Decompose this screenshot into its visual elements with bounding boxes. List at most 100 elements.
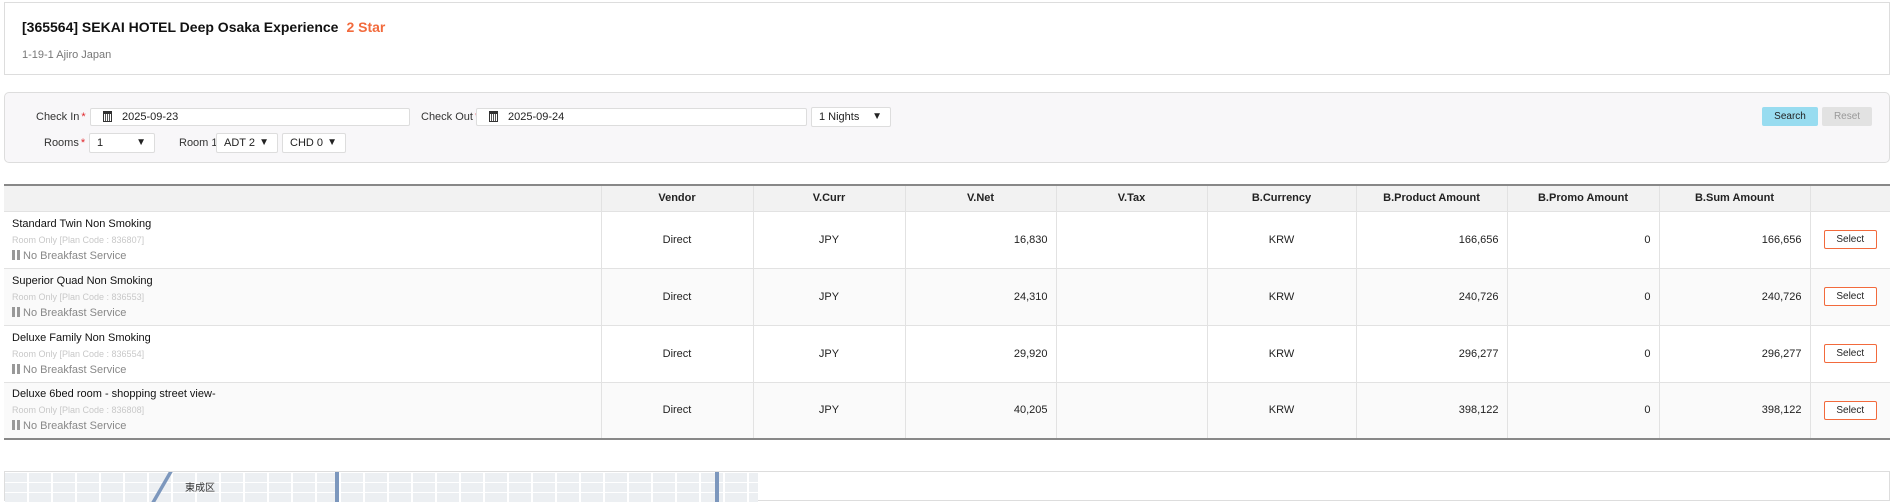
vendor-cell: Direct	[600, 382, 753, 440]
check-in-label: Check In *	[36, 111, 86, 123]
plan-code: Room Only [Plan Code : 836553]	[12, 291, 145, 302]
room-cell: Superior Quad Non Smoking Room Only [Plan…	[4, 268, 601, 326]
search-button[interactable]: Search	[1762, 107, 1818, 126]
room-cell: Deluxe 6bed room - shopping street view-…	[4, 382, 601, 440]
breakfast-info: No Breakfast Service	[12, 249, 601, 262]
plan-code: Room Only [Plan Code : 836554]	[12, 348, 145, 359]
column-header: Vendor	[600, 184, 753, 212]
bsum-cell: 166,656	[1658, 211, 1810, 269]
bcurr-cell: KRW	[1206, 382, 1356, 440]
chevron-down-icon: ▼	[327, 137, 337, 148]
action-cell: Select	[1809, 382, 1890, 440]
column-header	[1809, 184, 1890, 212]
vnet-cell: 29,920	[904, 325, 1056, 383]
bsum-cell: 398,122	[1658, 382, 1810, 440]
bproduct-cell: 166,656	[1355, 211, 1507, 269]
bcurr-cell: KRW	[1206, 268, 1356, 326]
hotel-title: [365564] SEKAI HOTEL Deep Osaka Experien…	[22, 19, 386, 35]
utensils-icon	[12, 363, 20, 374]
action-cell: Select	[1809, 325, 1890, 383]
check-out-label: Check Out*	[421, 111, 479, 123]
bcurr-cell: KRW	[1206, 325, 1356, 383]
rooms-select[interactable]: 1 ▼	[89, 133, 155, 153]
room-name: Deluxe 6bed room - shopping street view-	[12, 388, 216, 401]
map-road	[335, 472, 339, 502]
table-row: Standard Twin Non Smoking Room Only [Plan…	[4, 211, 1890, 269]
action-cell: Select	[1809, 211, 1890, 269]
bpromo-cell: 0	[1506, 211, 1659, 269]
table-row: Deluxe Family Non Smoking Room Only [Plan…	[4, 325, 1890, 383]
bpromo-cell: 0	[1506, 382, 1659, 440]
chevron-down-icon: ▼	[872, 111, 882, 122]
select-button[interactable]: Select	[1823, 400, 1877, 420]
utensils-icon	[12, 306, 20, 317]
bsum-cell: 296,277	[1658, 325, 1810, 383]
search-panel: Check In* 2025-09-23 Check Out* 2025-09-…	[4, 92, 1890, 163]
utensils-icon	[12, 249, 20, 260]
breakfast-info: No Breakfast Service	[12, 420, 601, 432]
room1-label: Room 1	[179, 137, 218, 149]
vnet-cell: 40,205	[904, 382, 1056, 440]
room-cell: Deluxe Family Non Smoking Room Only [Plan…	[4, 325, 601, 383]
column-header: V.Tax	[1055, 184, 1207, 212]
room-cell: Standard Twin Non Smoking Room Only [Plan…	[4, 211, 601, 269]
vendor-cell: Direct	[600, 211, 753, 269]
reset-button[interactable]: Reset	[1822, 107, 1872, 126]
map-panel: 東成区	[4, 471, 1890, 502]
bpromo-cell: 0	[1506, 325, 1659, 383]
hotel-header: [365564] SEKAI HOTEL Deep Osaka Experien…	[4, 2, 1890, 75]
nights-select[interactable]: 1 Nights ▼	[811, 107, 891, 127]
vcurr-cell: JPY	[752, 211, 905, 269]
select-button[interactable]: Select	[1823, 230, 1877, 249]
bpromo-cell: 0	[1506, 268, 1659, 326]
room-name: Deluxe Family Non Smoking	[12, 331, 151, 344]
vtax-cell	[1055, 325, 1207, 383]
vcurr-cell: JPY	[752, 268, 905, 326]
vtax-cell	[1055, 382, 1207, 440]
column-header	[4, 184, 601, 212]
map[interactable]: 東成区	[5, 472, 758, 502]
table-row: Deluxe 6bed room - shopping street view-…	[4, 382, 1890, 440]
column-header: B.Product Amount	[1355, 184, 1507, 212]
table-header: Vendor V.Curr V.Net V.Tax B.Currency B.Produc…	[4, 184, 1890, 212]
bsum-cell: 240,726	[1658, 268, 1810, 326]
table-row: Superior Quad Non Smoking Room Only [Plan…	[4, 268, 1890, 326]
plan-code: Room Only [Plan Code : 836808]	[12, 405, 145, 416]
column-header: V.Curr	[752, 184, 905, 212]
select-button[interactable]: Select	[1823, 287, 1877, 306]
star-rating: 2 Star	[346, 19, 386, 35]
bproduct-cell: 296,277	[1355, 325, 1507, 383]
rooms-label: Rooms *	[44, 137, 86, 149]
map-road	[715, 472, 719, 502]
breakfast-info: No Breakfast Service	[12, 363, 601, 376]
calendar-icon	[103, 111, 112, 122]
column-header: B.Sum Amount	[1658, 184, 1810, 212]
room-name: Superior Quad Non Smoking	[12, 274, 153, 287]
map-road	[151, 472, 173, 502]
vendor-cell: Direct	[600, 325, 753, 383]
hotel-address: 1-19-1 Ajiro Japan	[22, 49, 112, 61]
map-district-label: 東成区	[185, 483, 215, 494]
vtax-cell	[1055, 268, 1207, 326]
bcurr-cell: KRW	[1206, 211, 1356, 269]
calendar-icon	[489, 111, 498, 122]
column-header: V.Net	[904, 184, 1056, 212]
utensils-icon	[12, 420, 20, 431]
action-cell: Select	[1809, 268, 1890, 326]
children-select[interactable]: CHD 0 ▼	[282, 133, 346, 153]
vnet-cell: 24,310	[904, 268, 1056, 326]
chevron-down-icon: ▼	[136, 137, 146, 148]
vnet-cell: 16,830	[904, 211, 1056, 269]
chevron-down-icon: ▼	[259, 137, 269, 148]
rates-table: Vendor V.Curr V.Net V.Tax B.Currency B.Produc…	[4, 184, 1890, 440]
bproduct-cell: 398,122	[1355, 382, 1507, 440]
breakfast-info: No Breakfast Service	[12, 306, 601, 319]
vcurr-cell: JPY	[752, 325, 905, 383]
check-out-input[interactable]: 2025-09-24	[476, 108, 807, 126]
plan-code: Room Only [Plan Code : 836807]	[12, 234, 145, 245]
vcurr-cell: JPY	[752, 382, 905, 440]
bproduct-cell: 240,726	[1355, 268, 1507, 326]
select-button[interactable]: Select	[1823, 344, 1877, 363]
check-in-input[interactable]: 2025-09-23	[90, 108, 410, 126]
adults-select[interactable]: ADT 2 ▼	[216, 133, 278, 153]
